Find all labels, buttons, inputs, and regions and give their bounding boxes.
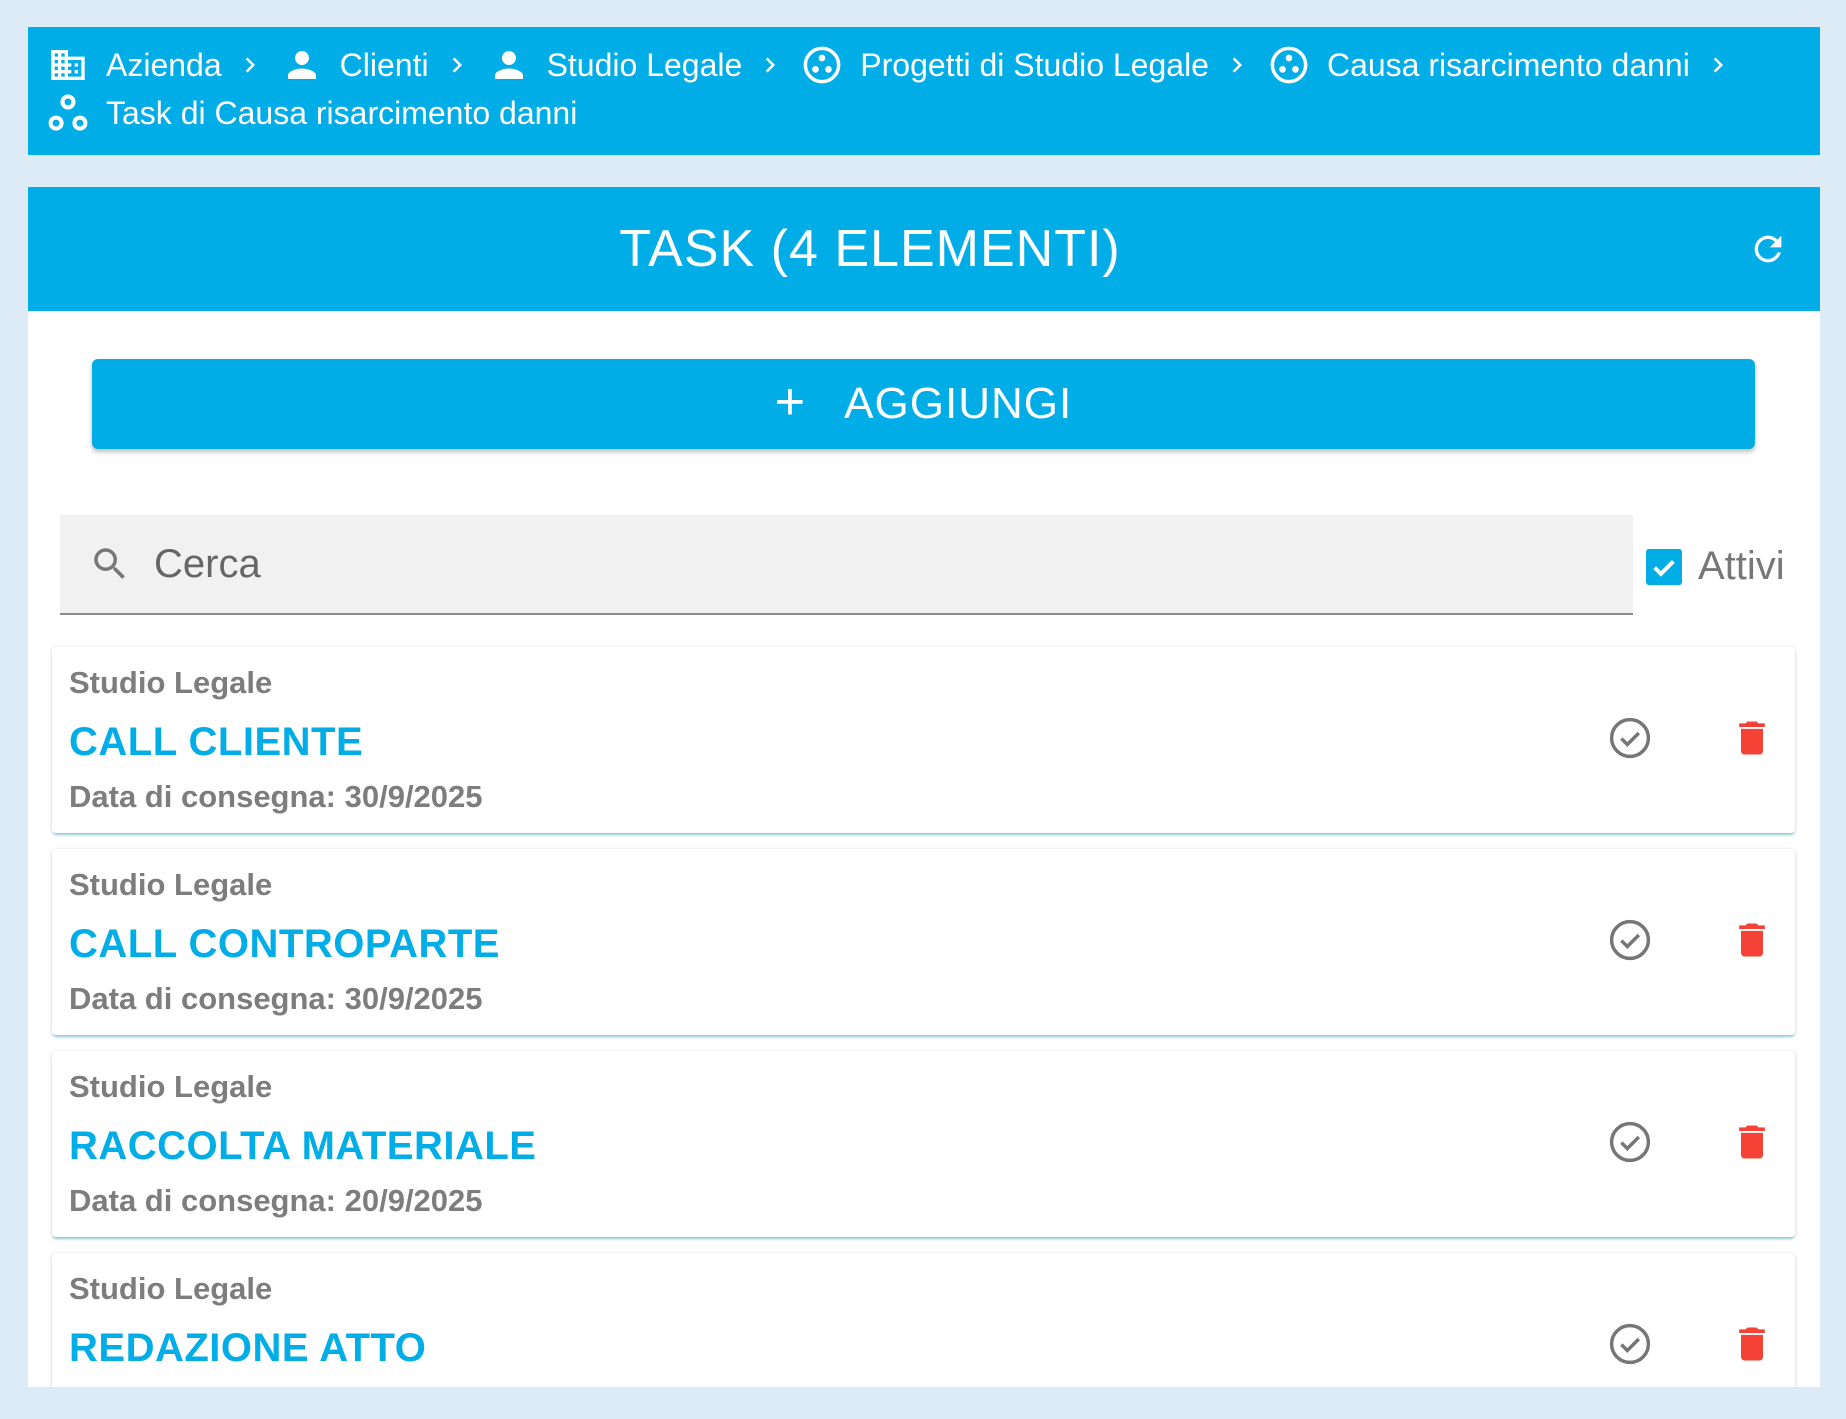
task-name[interactable]: REDAZIONE ATTO <box>69 1326 426 1371</box>
breadcrumb-item-progetti[interactable]: Progetti di Studio Legale <box>800 41 1267 89</box>
workspaces-icon <box>800 43 844 87</box>
task-company: Studio Legale <box>69 665 273 700</box>
task-company: Studio Legale <box>69 867 273 902</box>
chevron-right-icon <box>437 43 477 87</box>
breadcrumb-label: Azienda <box>106 47 222 83</box>
task-company: Studio Legale <box>69 1069 273 1104</box>
task-due-date: Data di consegna: 30/9/2025 <box>69 779 483 814</box>
breadcrumb-label: Task di Causa risarcimento danni <box>106 95 578 131</box>
refresh-icon[interactable] <box>1746 227 1790 271</box>
complete-task-icon[interactable] <box>1607 917 1653 963</box>
breadcrumb-item-azienda[interactable]: Azienda <box>46 41 280 89</box>
task-due-date: Data di consegna: 20/9/2025 <box>69 1183 483 1218</box>
breadcrumb: Azienda Clienti Studio Legale Progetti d… <box>28 27 1820 155</box>
active-filter[interactable]: Attivi <box>1646 544 1785 589</box>
breadcrumb-item-causa[interactable]: Causa risarcimento danni <box>1267 41 1748 89</box>
page-title: TASK (4 ELEMENTI) <box>619 220 1121 278</box>
breadcrumb-item-task[interactable]: Task di Causa risarcimento danni <box>46 89 577 137</box>
task-card[interactable]: Studio Legale RACCOLTA MATERIALE Data di… <box>52 1051 1795 1237</box>
active-filter-label: Attivi <box>1698 544 1785 588</box>
task-name[interactable]: CALL CLIENTE <box>69 720 363 765</box>
bubble-chart-icon <box>46 91 90 135</box>
task-company: Studio Legale <box>69 1271 273 1306</box>
delete-icon[interactable] <box>1729 917 1775 963</box>
search-icon <box>88 542 132 586</box>
breadcrumb-label: Studio Legale <box>546 47 743 83</box>
breadcrumb-label: Causa risarcimento danni <box>1326 47 1690 83</box>
task-name[interactable]: CALL CONTROPARTE <box>69 922 500 967</box>
chevron-right-icon <box>1698 43 1738 87</box>
chevron-right-icon <box>1217 43 1257 87</box>
task-card[interactable]: Studio Legale CALL CLIENTE Data di conse… <box>52 647 1795 833</box>
panel-header: TASK (4 ELEMENTI) <box>28 187 1820 311</box>
breadcrumb-item-clienti[interactable]: Clienti <box>280 41 487 89</box>
person-icon <box>280 43 324 87</box>
task-panel: TASK (4 ELEMENTI) + AGGIUNGI Attivi Stud… <box>28 187 1820 1387</box>
task-due-date: Data di consegna: 30/9/2025 <box>69 981 483 1016</box>
task-name[interactable]: RACCOLTA MATERIALE <box>69 1124 536 1169</box>
plus-icon: + <box>774 373 807 431</box>
person-icon <box>487 43 531 87</box>
search-input[interactable] <box>154 541 1554 587</box>
task-card[interactable]: Studio Legale REDAZIONE ATTO <box>52 1253 1795 1387</box>
complete-task-icon[interactable] <box>1607 715 1653 761</box>
breadcrumb-label: Clienti <box>339 47 429 83</box>
workspaces-icon <box>1267 43 1311 87</box>
task-card[interactable]: Studio Legale CALL CONTROPARTE Data di c… <box>52 849 1795 1035</box>
complete-task-icon[interactable] <box>1607 1119 1653 1165</box>
chevron-right-icon <box>230 43 270 87</box>
complete-task-icon[interactable] <box>1607 1321 1653 1367</box>
breadcrumb-label: Progetti di Studio Legale <box>860 47 1209 83</box>
delete-icon[interactable] <box>1729 1119 1775 1165</box>
chevron-right-icon <box>750 43 790 87</box>
add-button[interactable]: + AGGIUNGI <box>92 359 1755 449</box>
active-checkbox[interactable] <box>1646 548 1682 585</box>
delete-icon[interactable] <box>1729 715 1775 761</box>
delete-icon[interactable] <box>1729 1321 1775 1367</box>
add-button-label: AGGIUNGI <box>844 379 1073 428</box>
search-field <box>60 515 1633 615</box>
business-icon <box>46 43 90 87</box>
breadcrumb-item-studio-legale[interactable]: Studio Legale <box>487 41 801 89</box>
